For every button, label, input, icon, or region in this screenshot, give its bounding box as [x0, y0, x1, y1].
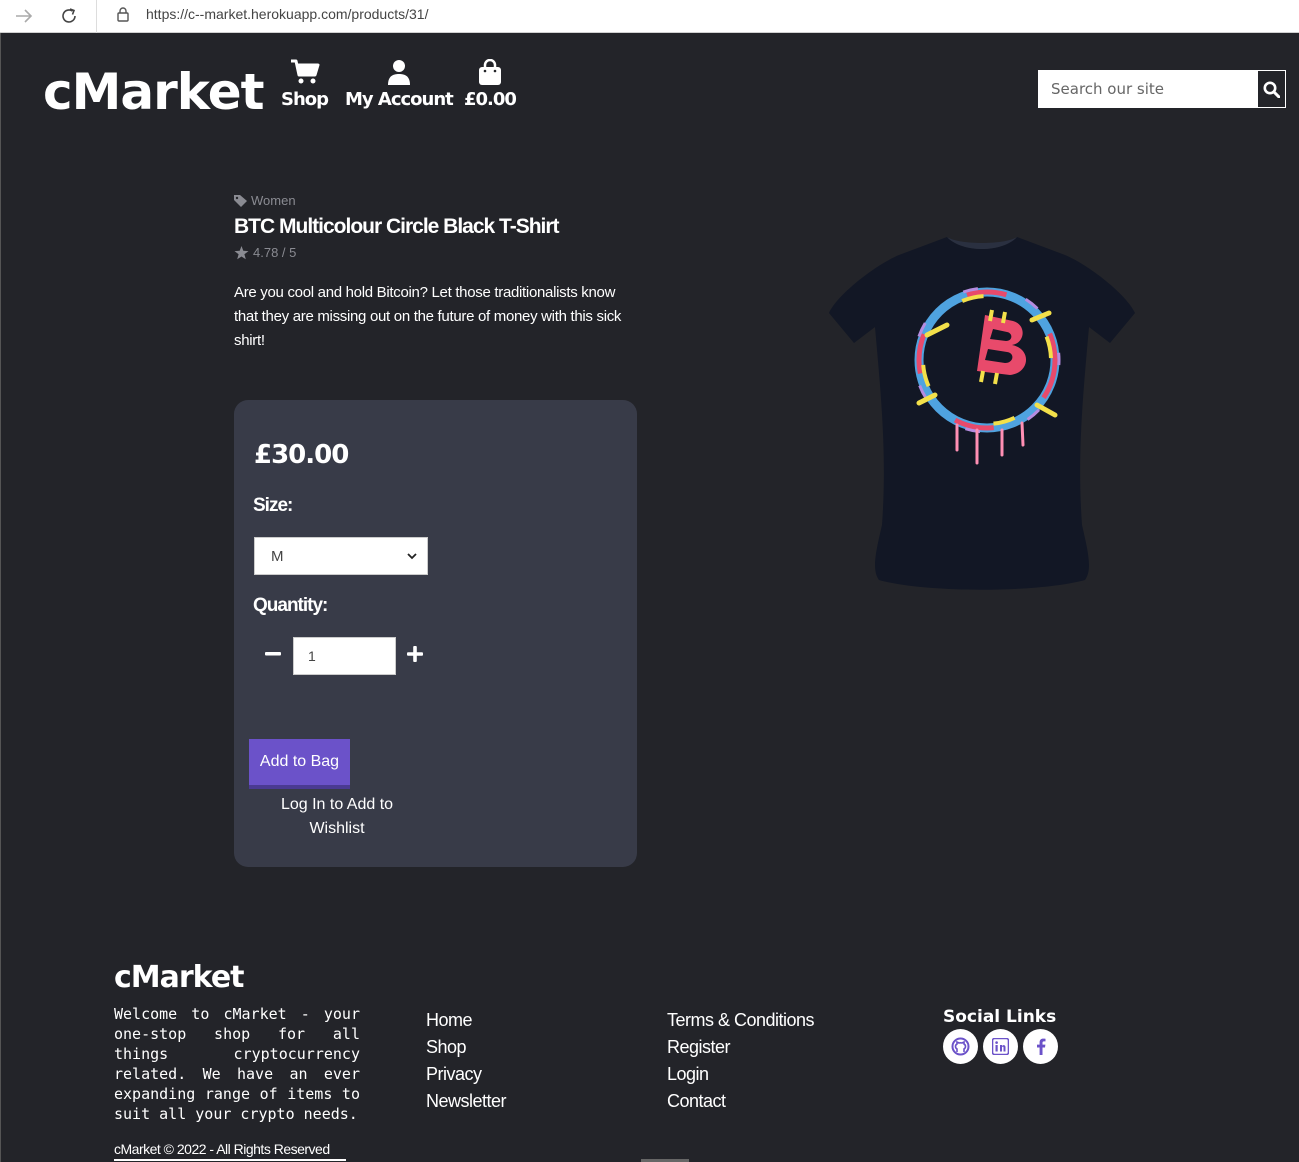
user-icon — [387, 60, 410, 85]
chevron-down-icon — [407, 552, 417, 559]
search-button[interactable] — [1257, 71, 1285, 107]
footer-link-home[interactable]: Home — [426, 1009, 506, 1031]
category-label: Women — [251, 193, 296, 208]
rating-value: 4.78 / 5 — [253, 245, 297, 260]
reload-icon[interactable] — [57, 4, 81, 28]
quantity-input[interactable]: 1 — [293, 637, 396, 675]
product-description: Are you cool and hold Bitcoin? Let those… — [234, 284, 622, 349]
add-to-bag-button[interactable]: Add to Bag — [249, 739, 350, 789]
footer-link-newsletter[interactable]: Newsletter — [426, 1090, 507, 1112]
footer-logo[interactable]: cMarket — [114, 960, 245, 995]
increment-qty-button[interactable] — [404, 643, 426, 665]
cart-icon — [290, 59, 320, 84]
footer-link-privacy[interactable]: Privacy — [426, 1063, 506, 1085]
nav-shop[interactable]: Shop — [281, 59, 329, 110]
copyright-underline — [114, 1159, 346, 1161]
footer-link-register[interactable]: Register — [667, 1036, 814, 1058]
footer-link-terms[interactable]: Terms & Conditions — [667, 1009, 815, 1031]
toolbar-divider — [96, 0, 97, 33]
nav-account-label: My Account — [345, 89, 454, 110]
size-label: Size: — [253, 495, 293, 516]
star-icon — [234, 245, 249, 259]
address-bar[interactable]: https://c--market.herokuapp.com/products… — [146, 6, 428, 22]
product-price: £30.00 — [254, 440, 349, 470]
lock-icon — [117, 7, 129, 22]
product-category[interactable]: Women — [234, 193, 296, 208]
search-input[interactable] — [1039, 71, 1257, 107]
social-links-title: Social Links — [943, 1007, 1057, 1027]
footer-link-contact[interactable]: Contact — [667, 1090, 814, 1112]
size-select[interactable]: M — [254, 537, 428, 575]
search-form — [1038, 70, 1286, 108]
product-title: BTC Multicolour Circle Black T-Shirt — [234, 215, 560, 238]
quantity-value: 1 — [308, 648, 316, 664]
nav-bag-total: £0.00 — [464, 89, 517, 110]
nav-bag[interactable]: £0.00 — [464, 59, 517, 110]
forward-icon[interactable] — [12, 4, 36, 28]
product-image — [829, 237, 1135, 590]
browser-toolbar: https://c--market.herokuapp.com/products… — [0, 0, 1299, 33]
nav-account[interactable]: My Account — [345, 59, 454, 110]
github-icon[interactable] — [943, 1029, 978, 1064]
footer-links-account: Terms & Conditions Register Login Contac… — [667, 1009, 815, 1112]
social-links — [943, 1029, 1058, 1064]
linkedin-icon[interactable] — [983, 1029, 1018, 1064]
facebook-icon[interactable] — [1023, 1029, 1058, 1064]
minus-icon — [265, 652, 281, 656]
copyright-text: cMarket © 2022 - All Rights Reserved — [114, 1141, 330, 1157]
shopping-bag-icon — [478, 59, 501, 85]
tag-icon — [234, 194, 247, 207]
quantity-label: Quantity: — [253, 595, 328, 616]
search-icon — [1263, 81, 1280, 98]
site-logo[interactable]: cMarket — [43, 63, 265, 121]
footer-about-text: Welcome to cMarket - your one-stop shop … — [114, 1005, 360, 1123]
page: cMarket Shop My Account £0.00 Search our… — [0, 33, 1299, 1162]
footer-links-main: Home Shop Privacy Newsletter — [426, 1009, 507, 1112]
product-rating: 4.78 / 5 — [234, 245, 296, 260]
login-to-wishlist-link[interactable]: Log In to Add to Wishlist — [264, 793, 410, 841]
decrement-qty-button[interactable] — [262, 643, 284, 665]
nav-shop-label: Shop — [281, 89, 329, 110]
footer-link-login[interactable]: Login — [667, 1063, 814, 1085]
plus-icon — [407, 646, 423, 662]
size-selected-value: M — [271, 547, 284, 565]
purchase-panel: £30.00 Size: M Quantity: 1 Add to Bag Lo… — [234, 400, 637, 867]
footer-link-shop[interactable]: Shop — [426, 1036, 506, 1058]
